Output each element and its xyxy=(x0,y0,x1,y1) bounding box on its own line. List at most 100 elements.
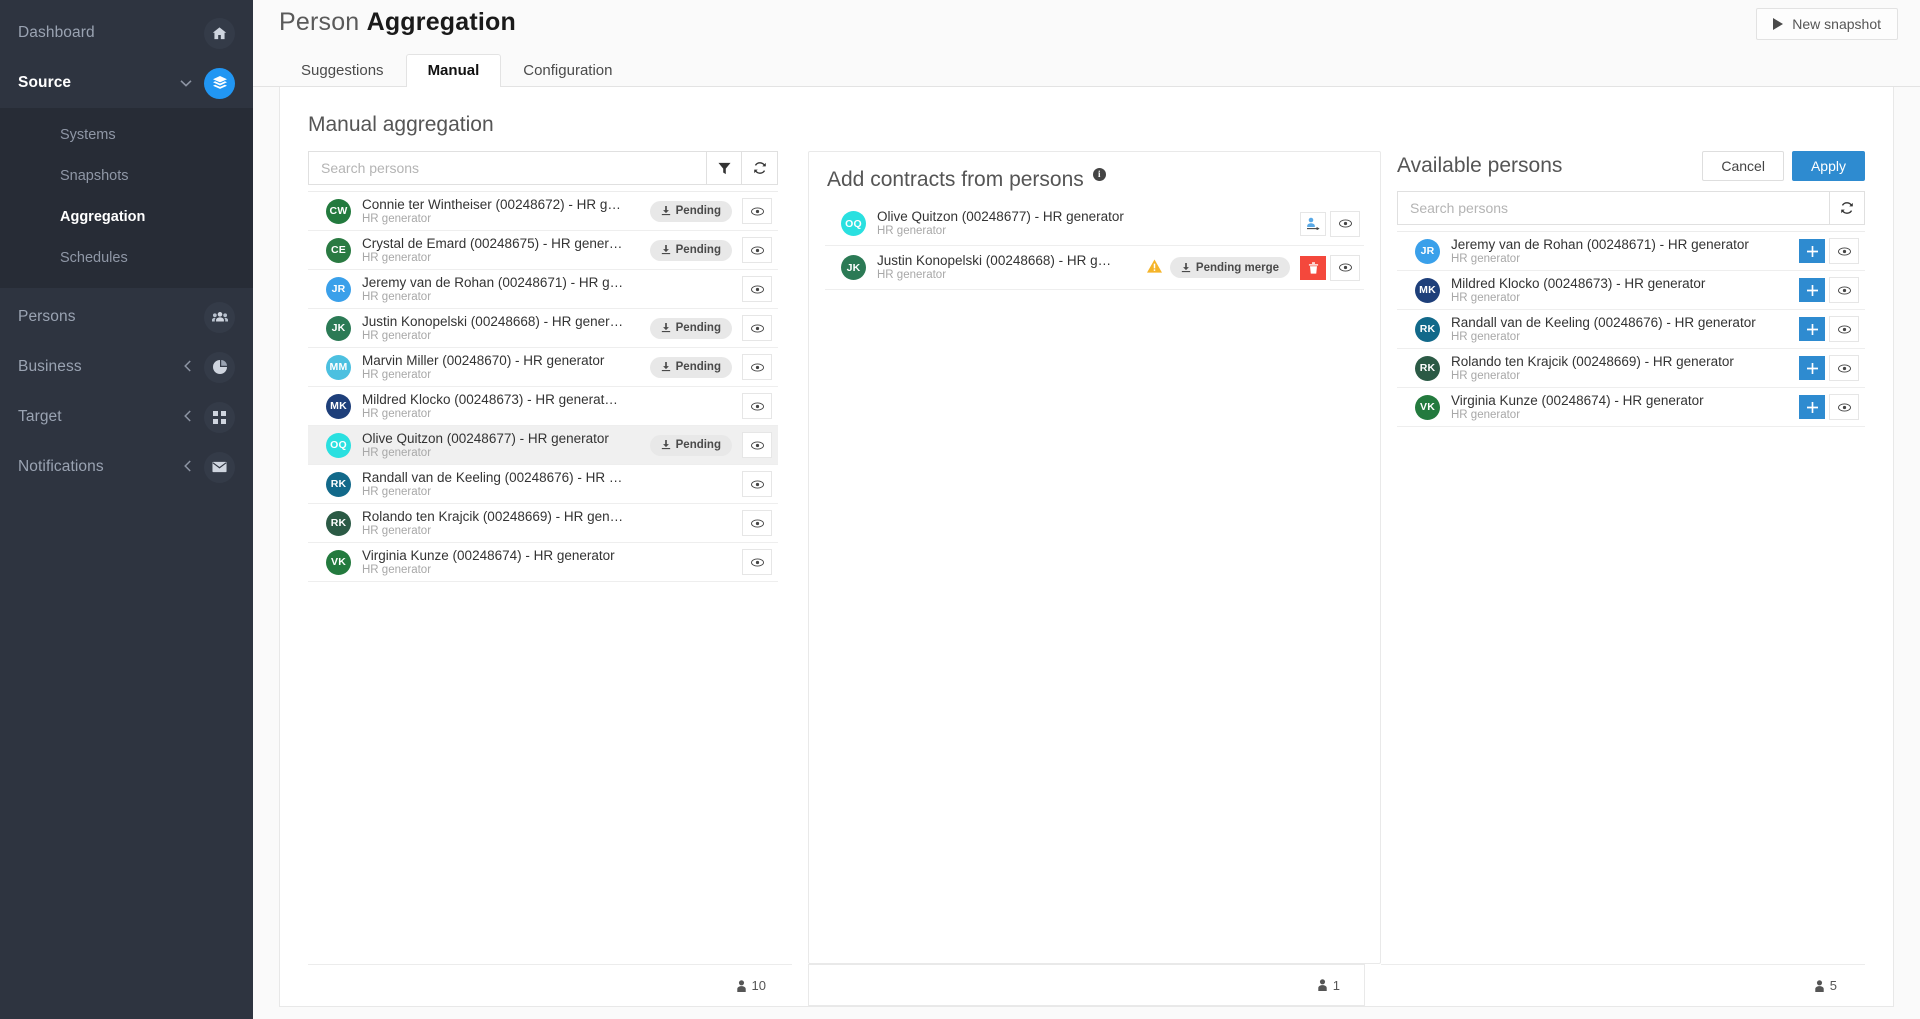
person-names: Mildred Klocko (00248673) - HR generator… xyxy=(1451,276,1799,305)
table-row[interactable]: MM Marvin Miller (00248670) - HR generat… xyxy=(308,348,778,387)
apply-button[interactable]: Apply xyxy=(1791,151,1865,181)
person-names: Connie ter Wintheiser (00248672) - HR g…… xyxy=(362,197,650,226)
person-source: HR generator xyxy=(1451,369,1521,382)
tab-configuration[interactable]: Configuration xyxy=(501,54,634,87)
sidebar-item-aggregation[interactable]: Aggregation xyxy=(0,196,253,237)
eye-icon[interactable] xyxy=(742,549,772,575)
delete-icon[interactable] xyxy=(1300,255,1326,280)
info-icon[interactable]: i xyxy=(1092,167,1106,181)
eye-icon[interactable] xyxy=(742,354,772,380)
add-contracts-header: Add contracts from persons i xyxy=(809,152,1380,202)
avatar: CW xyxy=(326,198,351,224)
person-name: Jeremy van de Rohan (00248671) - HR g… xyxy=(362,274,624,290)
eye-icon[interactable] xyxy=(1829,238,1859,264)
eye-icon[interactable] xyxy=(742,315,772,341)
table-row[interactable]: CE Crystal de Emard (00248675) - HR gene… xyxy=(308,231,778,270)
eye-icon[interactable] xyxy=(742,432,772,458)
table-row[interactable]: MK Mildred Klocko (00248673) - HR genera… xyxy=(1397,271,1865,310)
import-icon xyxy=(661,362,670,372)
import-icon xyxy=(661,245,670,255)
eye-icon[interactable] xyxy=(1829,316,1859,342)
avatar: VK xyxy=(326,549,351,575)
panel-footers: 10 1 5 xyxy=(280,964,1893,1006)
move-person-icon[interactable] xyxy=(1300,211,1326,236)
table-row[interactable]: JR Jeremy van de Rohan (00248671) - HR g… xyxy=(1397,232,1865,271)
sidebar-item-dashboard[interactable]: Dashboard xyxy=(0,8,253,58)
table-row[interactable]: OQ Olive Quitzon (00248677) - HR generat… xyxy=(308,426,778,465)
add-person-icon[interactable] xyxy=(1799,317,1825,341)
avatar: RK xyxy=(326,471,351,497)
table-row[interactable]: MK Mildred Klocko (00248673) - HR genera… xyxy=(308,387,778,426)
eye-icon[interactable] xyxy=(1330,210,1360,237)
app-root: Dashboard Source Systems Snapshots Aggre… xyxy=(0,0,1920,1019)
table-row[interactable]: RK Rolando ten Krajcik (00248669) - HR g… xyxy=(308,504,778,543)
table-row[interactable]: RK Randall van de Keeling (00248676) - H… xyxy=(1397,310,1865,349)
cancel-button[interactable]: Cancel xyxy=(1702,151,1784,181)
eye-icon[interactable] xyxy=(1829,355,1859,381)
avatar: JR xyxy=(1415,238,1440,264)
add-person-icon[interactable] xyxy=(1799,356,1825,380)
tab-suggestions[interactable]: Suggestions xyxy=(279,54,406,87)
add-person-icon[interactable] xyxy=(1799,278,1825,302)
sidebar-item-label: Dashboard xyxy=(18,24,95,41)
avatar: JK xyxy=(326,315,351,341)
person-name: Olive Quitzon (00248677) - HR generator xyxy=(877,209,1124,224)
eye-icon[interactable] xyxy=(1330,254,1360,281)
eye-icon[interactable] xyxy=(742,393,772,419)
table-row[interactable]: VK Virginia Kunze (00248674) - HR genera… xyxy=(1397,388,1865,427)
refresh-icon[interactable] xyxy=(1829,191,1865,225)
person-name: Jeremy van de Rohan (00248671) - HR gene… xyxy=(1451,236,1749,252)
tab-manual[interactable]: Manual xyxy=(405,54,502,87)
add-contracts-title: Add contracts from persons xyxy=(827,168,1084,191)
table-row[interactable]: CW Connie ter Wintheiser (00248672) - HR… xyxy=(308,192,778,231)
refresh-icon[interactable] xyxy=(742,151,778,185)
eye-icon[interactable] xyxy=(1829,277,1859,303)
status-badge-label: Pending xyxy=(675,205,721,217)
person-name: Mildred Klocko (00248673) - HR generat… xyxy=(362,391,618,407)
eye-icon[interactable] xyxy=(1829,394,1859,420)
person-source: HR generator xyxy=(362,446,432,459)
sidebar-item-persons[interactable]: Persons xyxy=(0,292,253,342)
table-row[interactable]: RK Randall van de Keeling (00248676) - H… xyxy=(308,465,778,504)
sidebar-item-source[interactable]: Source xyxy=(0,58,253,108)
eye-icon[interactable] xyxy=(742,510,772,536)
table-row[interactable]: RK Rolando ten Krajcik (00248669) - HR g… xyxy=(1397,349,1865,388)
table-row[interactable]: JR Jeremy van de Rohan (00248671) - HR g… xyxy=(308,270,778,309)
search-input[interactable] xyxy=(308,151,706,185)
person-name: Rolando ten Krajcik (00248669) - HR gene… xyxy=(1451,353,1734,369)
person-source: HR generator xyxy=(362,368,432,381)
sidebar-item-notifications[interactable]: Notifications xyxy=(0,442,253,492)
layers-icon xyxy=(204,67,235,99)
sidebar-item-target[interactable]: Target xyxy=(0,392,253,442)
table-row[interactable]: OQ Olive Quitzon (00248677) - HR generat… xyxy=(825,202,1364,246)
sidebar-item-schedules[interactable]: Schedules xyxy=(0,237,253,278)
eye-icon[interactable] xyxy=(742,471,772,497)
table-row[interactable]: JK Justin Konopelski (00248668) - HR gen… xyxy=(308,309,778,348)
eye-icon[interactable] xyxy=(742,237,772,263)
main-area: Person Aggregation New snapshot Suggesti… xyxy=(253,0,1920,1019)
person-source: HR generator xyxy=(1451,408,1521,421)
sidebar-item-business[interactable]: Business xyxy=(0,342,253,392)
table-row[interactable]: VK Virginia Kunze (00248674) - HR genera… xyxy=(308,543,778,582)
filter-icon[interactable] xyxy=(706,151,742,185)
person-names: Rolando ten Krajcik (00248669) - HR gene… xyxy=(1451,354,1799,383)
avatar: CE xyxy=(326,237,351,263)
eye-icon[interactable] xyxy=(742,276,772,302)
person-source: HR generator xyxy=(362,212,432,225)
add-person-icon[interactable] xyxy=(1799,239,1825,263)
person-names: Crystal de Emard (00248675) - HR gener… … xyxy=(362,236,650,265)
avatar: MM xyxy=(326,354,351,380)
sidebar-item-systems[interactable]: Systems xyxy=(0,114,253,155)
person-source: HR generator xyxy=(362,407,432,420)
add-person-icon[interactable] xyxy=(1799,395,1825,419)
status-badge-label: Pending xyxy=(675,244,721,256)
bottom-strip xyxy=(253,1007,1920,1019)
new-snapshot-button[interactable]: New snapshot xyxy=(1756,8,1898,40)
available-count: 5 xyxy=(1829,978,1837,993)
status-badge-label: Pending xyxy=(675,361,721,373)
new-snapshot-label: New snapshot xyxy=(1792,16,1881,32)
search-input[interactable] xyxy=(1397,191,1829,225)
eye-icon[interactable] xyxy=(742,198,772,224)
table-row[interactable]: JK Justin Konopelski (00248668) - HR g… … xyxy=(825,246,1364,290)
sidebar-item-snapshots[interactable]: Snapshots xyxy=(0,155,253,196)
